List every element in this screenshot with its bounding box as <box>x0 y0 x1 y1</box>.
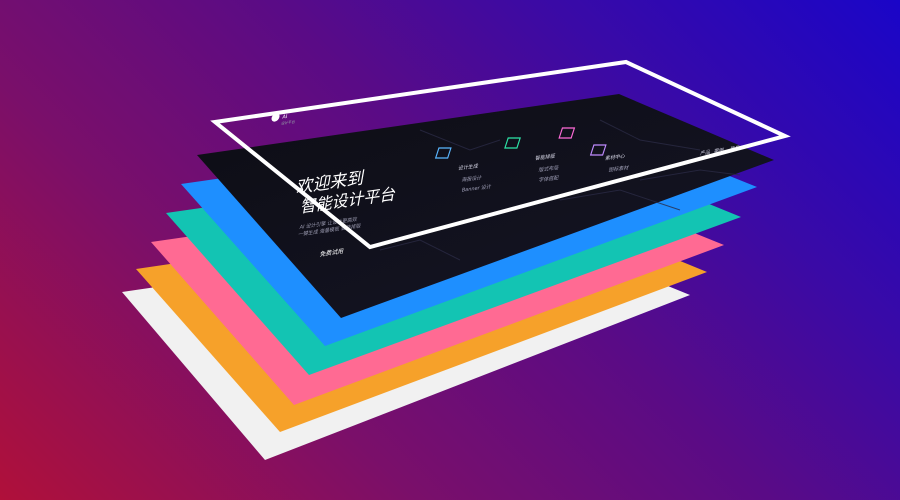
layer-stack-svg: 欢迎来到 智能设计平台 AI 设计引擎 让设计更高效 一键生成 海量模板 智能排… <box>122 59 791 460</box>
brand-name: AI <box>282 114 288 121</box>
layered-ui-illustration: 欢迎来到 智能设计平台 AI 设计引擎 让设计更高效 一键生成 海量模板 智能排… <box>0 0 900 500</box>
